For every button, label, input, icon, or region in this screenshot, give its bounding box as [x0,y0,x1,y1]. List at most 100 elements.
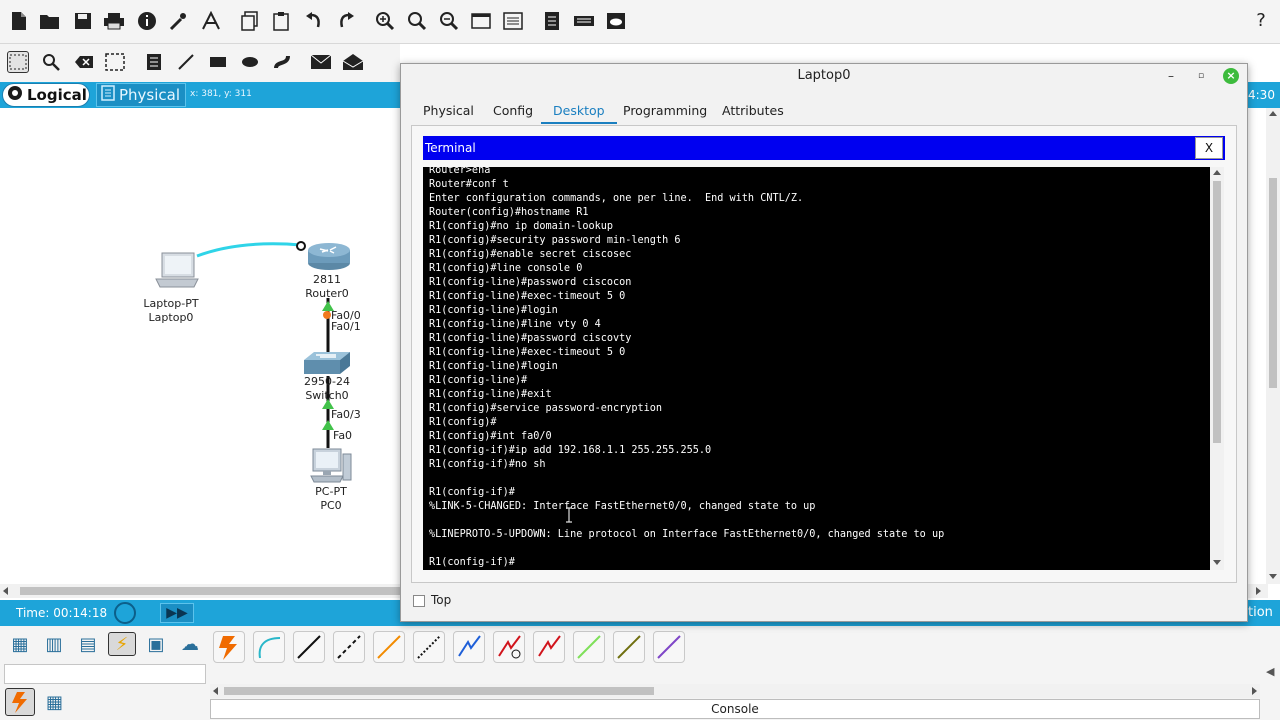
top-checkbox[interactable] [413,595,425,607]
terminal-close-button[interactable]: X [1195,137,1223,159]
help-icon[interactable]: ? [1250,10,1272,32]
device-search-input[interactable] [4,664,206,684]
minimize-icon[interactable]: – [1163,68,1179,84]
notes-icon[interactable] [541,10,563,32]
terminal-line: R1(config-if)#no sh [429,459,546,470]
terminal-line: %LINEPROTO-5-UPDOWN: Line protocol on In… [429,529,945,540]
fiber-cable-icon[interactable] [373,631,405,663]
crossover-cable-icon[interactable] [333,631,365,663]
text-icon[interactable] [200,10,222,32]
multiuser-icon[interactable]: ☁ [176,632,204,656]
network-devices-icon[interactable]: ▦ [6,632,34,656]
laptop-icon[interactable] [154,251,200,296]
terminal-line: R1(config-line)#exec-timeout 5 0 [429,291,626,302]
zoom-reset-icon[interactable] [406,10,428,32]
physical-view-label: Physical [119,86,181,104]
zoom-in-icon[interactable] [374,10,396,32]
terminal-line: R1(config)# [429,417,497,428]
terminal-line: R1(config)#service password-encryption [429,403,663,414]
serial-dte-cable-icon[interactable] [533,631,565,663]
palette-icon[interactable] [502,10,524,32]
ellipse-icon[interactable] [239,51,261,73]
serial-dce-cable-icon[interactable] [493,631,525,663]
miscellaneous-icon[interactable]: ▣ [142,632,170,656]
switch-uplink-port-label: Fa0/1 [331,320,361,333]
logical-view-icon [7,85,23,105]
logical-view-label: Logical [27,86,87,104]
redo-icon[interactable] [335,10,357,32]
add-pdu-icon[interactable] [310,51,332,73]
terminal-line: R1(config-line)#login [429,361,558,372]
terminal-scrollbar[interactable] [1210,167,1224,570]
undo-icon[interactable] [303,10,325,32]
maximize-icon[interactable]: ▫ [1193,68,1209,84]
terminal-text: Router>ena Router#conf t Enter configurati… [429,167,1209,570]
power-cycle-icon[interactable] [114,602,136,624]
network-wizard-icon[interactable] [168,10,190,32]
print-icon[interactable] [103,10,125,32]
delete-icon[interactable] [73,51,95,73]
physical-view-button[interactable]: Physical [96,83,186,107]
resize-icon[interactable] [104,51,126,73]
cloud-icon[interactable] [605,10,627,32]
grid-view-icon[interactable]: ▦ [46,692,63,713]
inspect-icon[interactable] [40,51,62,73]
note-icon[interactable] [143,51,165,73]
console-cable-icon[interactable] [253,631,285,663]
clock-display: 4:30 [1248,88,1275,102]
complex-pdu-icon[interactable] [342,51,364,73]
text-cursor-icon [565,507,573,523]
tab-attributes[interactable]: Attributes [710,98,796,124]
copy-icon[interactable] [239,10,261,32]
logical-view-button[interactable]: Logical [2,83,90,107]
connections-icon[interactable]: ⚡ [108,632,136,656]
phone-cable-icon[interactable] [413,631,445,663]
zoom-out-icon[interactable] [438,10,460,32]
router-icon[interactable] [306,241,352,274]
device-icon[interactable] [573,10,595,32]
console-bar[interactable]: Console [210,699,1260,719]
components-icon[interactable]: ▤ [74,632,102,656]
selected-category-icon[interactable] [5,688,35,716]
simulation-mode-label[interactable]: tion [1248,605,1273,620]
draw-line-icon[interactable] [175,51,197,73]
window-title: Laptop0 [797,68,851,83]
terminal-line: R1(config-line)# [429,375,528,386]
info-icon[interactable] [136,10,158,32]
iot-custom-cable-icon[interactable] [613,631,645,663]
switch-pc-port-label: Fa0/3 [331,408,361,421]
tab-physical[interactable]: Physical [411,98,486,124]
fast-forward-icon[interactable]: ▶▶ [160,603,194,623]
router-label: 2811 Router0 [305,273,349,300]
window-icon[interactable] [470,10,492,32]
tab-programming[interactable]: Programming [611,98,719,124]
save-icon[interactable] [72,10,94,32]
tab-desktop[interactable]: Desktop [541,98,617,124]
tab-config[interactable]: Config [481,98,545,124]
pc-icon[interactable] [309,448,353,489]
device-list-scrollbar[interactable] [210,684,1260,698]
terminal-line: R1(config-line)#password ciscovty [429,333,632,344]
workspace-vertical-scrollbar[interactable] [1266,108,1280,584]
terminal-line: R1(config)#int fa0/0 [429,431,552,442]
usb-cable-icon[interactable] [653,631,685,663]
select-icon[interactable] [7,51,29,73]
simulation-time: Time: 00:14:18 [16,606,108,620]
cursor-coordinates: x: 381, y: 311 [190,89,252,99]
close-icon[interactable]: × [1223,68,1239,84]
coaxial-cable-icon[interactable] [453,631,485,663]
freeform-icon[interactable] [271,51,293,73]
open-icon[interactable] [39,10,61,32]
new-icon[interactable] [8,10,30,32]
straight-through-cable-icon[interactable] [293,631,325,663]
panel-collapse-icon[interactable]: ◀ [1266,665,1274,678]
terminal-output[interactable]: Router>ena Router#conf t Enter configurati… [423,167,1210,570]
rectangle-icon[interactable] [207,51,229,73]
octal-cable-icon[interactable] [573,631,605,663]
end-devices-icon[interactable]: ▥ [40,632,68,656]
paste-icon[interactable] [270,10,292,32]
auto-connection-icon[interactable] [213,631,245,663]
terminal-line: R1(config-line)#password ciscocon [429,277,632,288]
terminal-line: Enter configuration commands, one per li… [429,193,804,204]
